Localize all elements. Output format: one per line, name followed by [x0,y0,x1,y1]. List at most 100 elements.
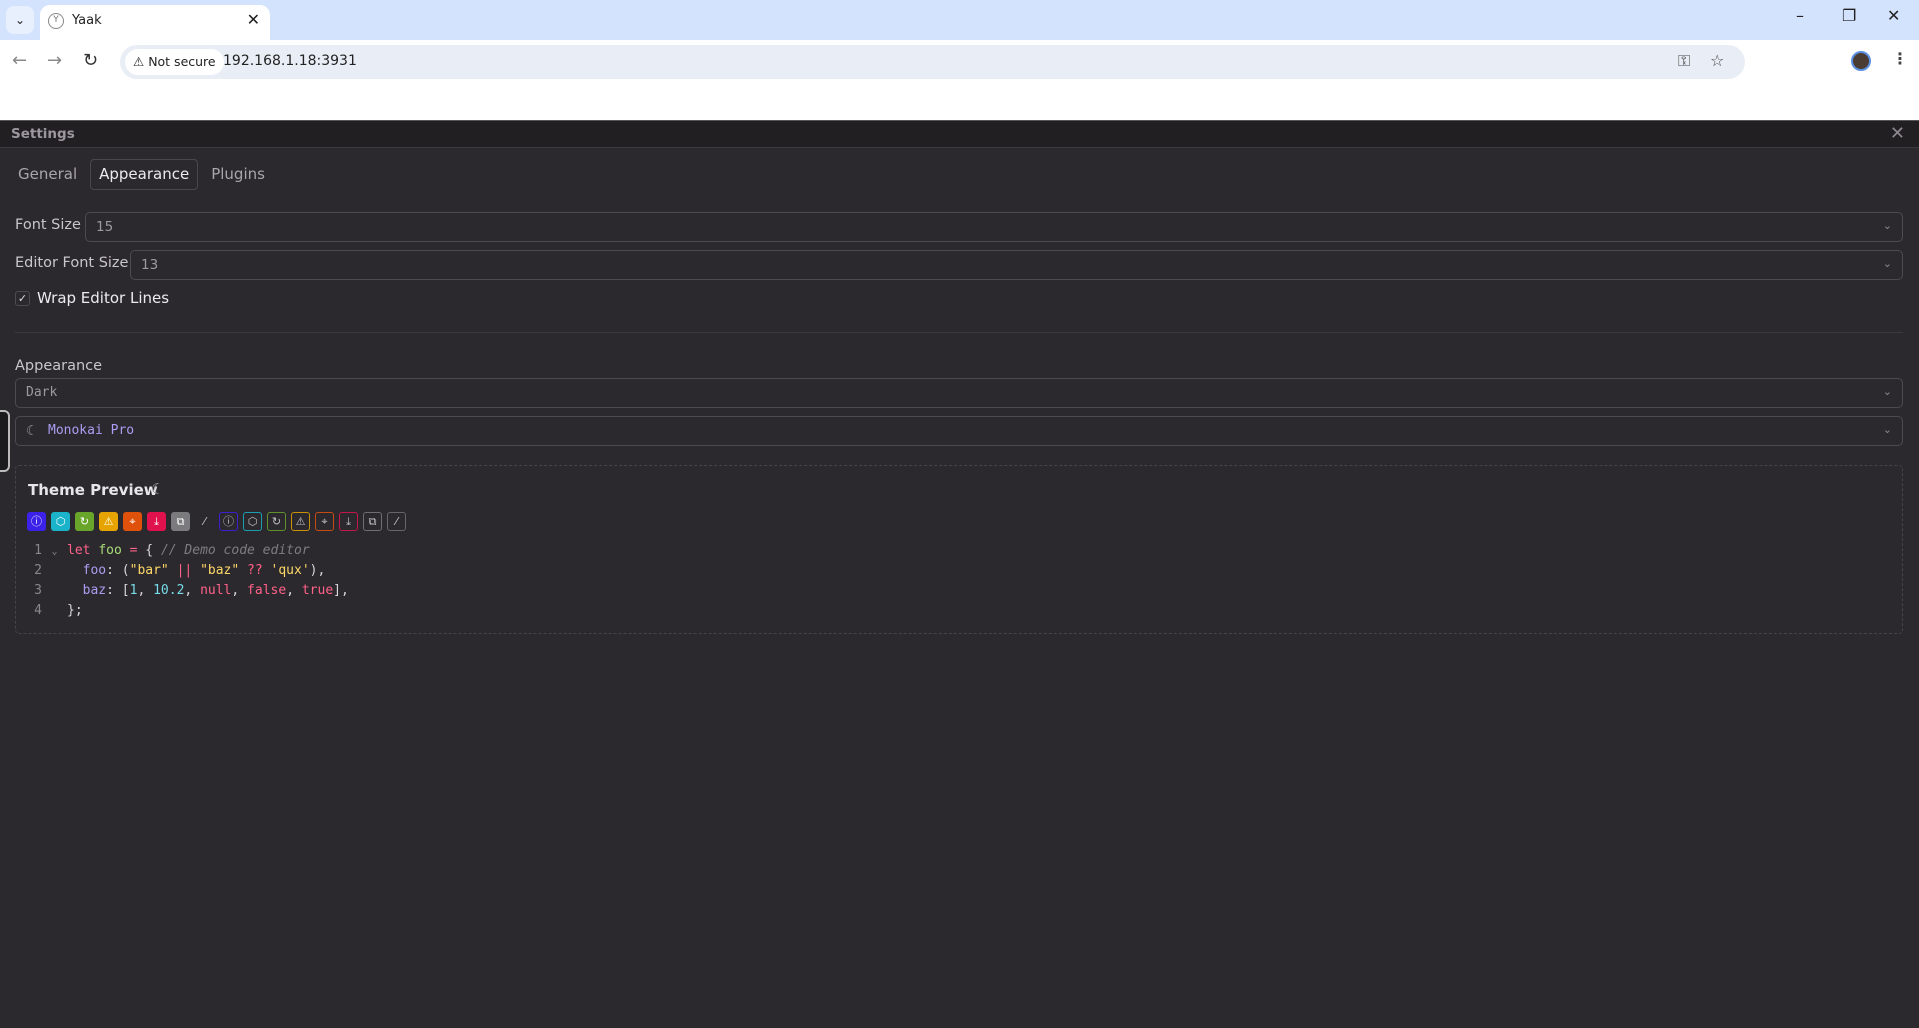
editor-font-size-select[interactable]: 13 ⌄ [130,250,1903,280]
address-bar[interactable]: ⚠ Not secure 192.168.1.18:3931 ⚿ ☆ [120,45,1745,79]
line-number: 1 [34,543,42,558]
copy-icon[interactable]: ⧉ [171,512,190,531]
close-settings-icon[interactable]: ✕ [1890,123,1905,144]
box-icon[interactable]: ⬡ [243,512,262,531]
magic-wand-icon[interactable]: ⁄ [195,512,214,531]
font-size-select[interactable]: 15 ⌄ [85,212,1903,242]
code-line: 1 ⌄ let foo = { // Demo code editor [16,541,349,561]
minimize-icon[interactable]: – [1796,6,1804,25]
tab-title: Yaak [72,13,102,28]
theme-select[interactable]: ☾ Monokai Pro ⌄ [15,416,1903,446]
line-number: 4 [34,603,42,618]
refresh-icon[interactable]: ↻ [267,512,286,531]
appearance-value: Dark [26,385,58,400]
code-token: || [176,563,193,578]
more-menu-icon[interactable]: ⋮ [1892,49,1908,68]
code-token: let [67,543,91,558]
tab-plugins[interactable]: Plugins [202,159,274,190]
code-token: ], [333,583,349,598]
warning-icon[interactable]: ⚠ [99,512,118,531]
notice-icon[interactable]: ⌖ [315,512,334,531]
warning-icon[interactable]: ⚠ [291,512,310,531]
security-chip[interactable]: ⚠ Not secure [125,49,224,75]
tab-search-button[interactable]: ⌄ [6,6,34,34]
code-token: }; [67,603,83,618]
code-token: // Demo code editor [160,543,310,558]
code-token: foo [98,543,122,558]
appearance-select[interactable]: Dark ⌄ [15,378,1903,408]
browser-tab[interactable]: Y Yaak ✕ [40,5,270,40]
star-icon[interactable]: ☆ [1710,51,1724,70]
moon-icon[interactable]: ☾ [151,480,164,498]
code-line: 4}; [16,601,349,621]
code-token: : [ [106,583,130,598]
key-icon[interactable]: ⚿ [1678,51,1690,71]
refresh-icon[interactable]: ↻ [75,512,94,531]
code-token: false [247,583,287,598]
url-text[interactable]: 192.168.1.18:3931 [223,53,357,69]
code-token: , [286,583,302,598]
code-token: null [200,583,232,598]
line-number: 2 [34,563,42,578]
theme-preview-title: Theme Preview [28,481,158,499]
font-size-value: 15 [96,219,114,235]
code-token: : ( [106,563,130,578]
preview-icon-buttons: ⓘ ⬡ ↻ ⚠ ⌖ ⤓ ⧉ ⁄ ⓘ ⬡ ↻ ⚠ ⌖ ⤓ ⧉ ⁄ [27,512,406,531]
yaak-favicon: Y [48,13,64,29]
code-token: , [184,583,201,598]
code-editor[interactable]: 1 ⌄ let foo = { // Demo code editor 2 foo: … [16,541,349,621]
security-label: Not secure [148,54,216,69]
code-token: "bar" [129,563,169,578]
download-icon[interactable]: ⤓ [339,512,358,531]
wrap-editor-lines-checkbox[interactable]: ✓ [15,291,30,306]
browser-toolbar: ← → ↻ ⚠ Not secure 192.168.1.18:3931 ⚿ ☆… [0,40,1919,120]
settings-title: Settings [11,126,75,142]
code-token: ?? [247,563,263,578]
theme-preview: Theme Preview ☾ ⓘ ⬡ ↻ ⚠ ⌖ ⤓ ⧉ ⁄ ⓘ ⬡ ↻ ⚠ ⌖ ⤓ ⧉ ⁄ 1 ⌄ let f… [15,465,1903,634]
close-window-icon[interactable]: ✕ [1887,6,1900,25]
code-token: true [301,583,334,598]
chevron-down-icon: ⌄ [1882,257,1892,270]
code-line: 3 baz: [1, 10.2, null, false, true], [16,581,349,601]
download-icon[interactable]: ⤓ [147,512,166,531]
profile-avatar[interactable] [1851,51,1871,71]
moon-icon: ☾ [26,423,39,439]
sidebar-handle[interactable] [0,410,10,472]
fold-chevron-icon[interactable]: ⌄ [42,542,67,562]
code-token: 'qux' [270,563,310,578]
code-token: baz [82,583,107,598]
chevron-down-icon: ⌄ [1882,219,1892,232]
info-icon[interactable]: ⓘ [219,512,238,531]
tab-general[interactable]: General [9,159,86,190]
line-number: 3 [34,583,42,598]
wrap-editor-lines-label[interactable]: Wrap Editor Lines [37,289,169,307]
divider [15,332,1903,333]
editor-font-size-label: Editor Font Size [15,255,129,271]
settings-tabs: General Appearance Plugins [9,159,274,190]
tab-appearance[interactable]: Appearance [90,159,199,190]
code-token: { [137,543,161,558]
close-tab-icon[interactable]: ✕ [247,10,260,29]
box-icon[interactable]: ⬡ [51,512,70,531]
magic-wand-icon[interactable]: ⁄ [387,512,406,531]
appearance-label: Appearance [15,358,103,374]
code-token: 10.2 [153,583,185,598]
back-icon[interactable]: ← [12,50,27,71]
code-token: foo [82,563,107,578]
settings-header: Settings ✕ [0,120,1919,148]
chevron-down-icon: ⌄ [1882,385,1892,398]
forward-icon[interactable]: → [47,50,62,71]
restore-icon[interactable]: ❐ [1842,6,1856,25]
code-token: , [231,583,248,598]
info-icon[interactable]: ⓘ [27,512,46,531]
code-token: "baz" [200,563,240,578]
reload-icon[interactable]: ↻ [83,50,98,71]
copy-icon[interactable]: ⧉ [363,512,382,531]
notice-icon[interactable]: ⌖ [123,512,142,531]
